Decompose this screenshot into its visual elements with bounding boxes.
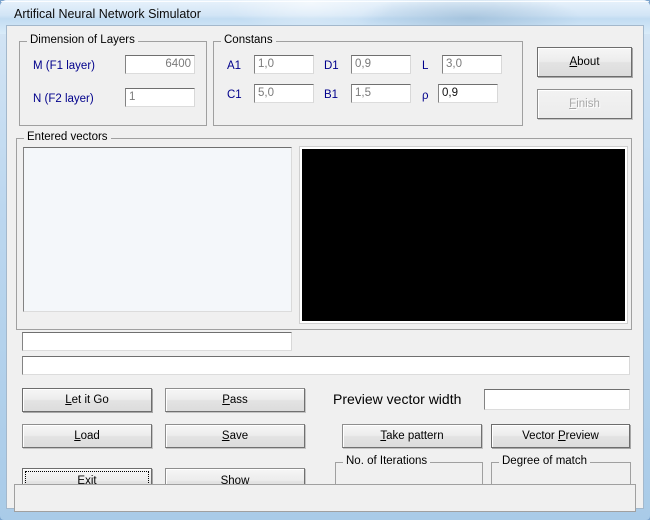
load-post: oad [80,430,100,442]
about-accel: A [569,56,578,68]
take-pattern-button[interactable]: Take pattern [342,424,482,448]
b1-input[interactable]: 1,5 [351,84,411,103]
a1-input[interactable]: 1,0 [254,55,314,74]
vector-preview-post: review [565,430,599,442]
l-input[interactable]: 3,0 [442,55,502,74]
preview-vector-width-input[interactable] [484,389,630,410]
about-label-post: bout [577,56,600,68]
let-it-go-post: et it Go [71,394,109,406]
entered-vectors-listbox[interactable] [23,147,292,312]
let-it-go-button[interactable]: Let it Go [22,388,152,412]
finish-label-post: inish [576,98,600,110]
save-accel: S [221,430,230,442]
save-button[interactable]: Save [165,424,305,448]
pass-label: Pass [222,394,248,406]
entered-vectors-legend: Entered vectors [24,131,111,143]
client-area: Dimension of Layers M (F1 layer) 6400 N … [6,25,644,509]
load-label: Load [74,430,100,442]
let-it-go-label: Let it Go [65,394,108,406]
constans-group: Constans A1 1,0 D1 0,9 L 3,0 C1 5,0 B1 1… [213,34,523,126]
no-of-iterations-legend: No. of Iterations [343,455,431,467]
rho-input[interactable]: 0,9 [438,84,498,103]
vector-preview-label: Vector Preview [522,430,599,442]
pass-accel: P [222,394,230,406]
load-button[interactable]: Load [22,424,152,448]
preview-vector-width-label: Preview vector width [333,391,462,407]
c1-input[interactable]: 5,0 [254,84,314,103]
finish-button[interactable]: Finish [537,89,632,119]
finish-button-label: Finish [569,98,600,110]
a1-label: A1 [227,60,242,72]
b1-label: B1 [324,89,339,101]
pass-button[interactable]: Pass [165,388,305,412]
about-button-label: About [569,56,599,68]
application-window: Artifical Neural Network Simulator Dimen… [0,0,650,520]
vector-preview-pre: Vector [522,430,558,442]
bottom-status-panel [14,484,636,512]
entered-vector-input[interactable] [22,332,292,351]
rho-label: ρ [422,90,429,102]
status-input[interactable] [22,356,630,375]
dimension-of-layers-group: Dimension of Layers M (F1 layer) 6400 N … [19,34,207,126]
d1-label: D1 [324,60,339,72]
take-pattern-post: ake pattern [386,430,444,442]
d1-input[interactable]: 0,9 [351,55,411,74]
vector-preview-button[interactable]: Vector Preview [491,424,630,448]
pass-post: ass [229,394,248,406]
c1-label: C1 [227,89,242,101]
n-f2-layer-input[interactable]: 1 [125,88,195,107]
m-f1-layer-label: M (F1 layer) [33,60,95,72]
pattern-preview-panel[interactable] [299,146,628,324]
about-button[interactable]: About [537,47,632,77]
take-pattern-label: Take pattern [380,430,443,442]
degree-of-match-legend: Degree of match [499,455,591,467]
m-f1-layer-input[interactable]: 6400 [125,55,195,74]
window-title: Artifical Neural Network Simulator [14,7,201,21]
dimension-of-layers-legend: Dimension of Layers [27,34,138,46]
save-label: Save [222,430,248,442]
n-f2-layer-label: N (F2 layer) [33,93,94,105]
vector-preview-accel: P [557,430,566,442]
constans-legend: Constans [221,34,276,46]
save-post: ave [229,430,249,442]
entered-vectors-group: Entered vectors [16,131,632,330]
l-label: L [422,60,429,72]
